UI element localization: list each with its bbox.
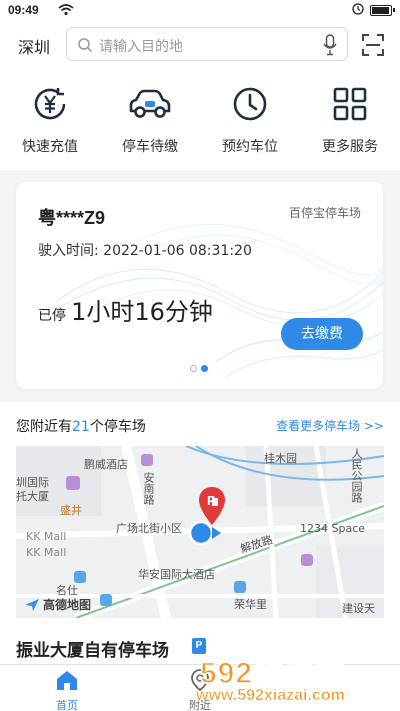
parked-prefix: 已停: [38, 308, 66, 324]
current-location-icon: [188, 520, 222, 550]
tab-home[interactable]: 首页: [22, 669, 112, 711]
amap-logo-text: 高德地图: [43, 598, 92, 612]
map-label: 人民公园路: [350, 448, 363, 503]
map-label: 托大厦: [16, 490, 49, 503]
nearby-prefix: 您附近有: [16, 419, 72, 435]
amap-logo: 高德地图: [24, 596, 91, 613]
search-input[interactable]: 请输入目的地: [66, 27, 348, 61]
nearby-count: 21: [72, 419, 90, 435]
pay-button[interactable]: 去缴费: [281, 318, 363, 350]
featured-lot-name: 振业大厦自有停车场: [16, 641, 169, 661]
map-label: 鹏威酒店: [84, 458, 128, 471]
map-label: 盛井: [60, 504, 82, 517]
nearby-suffix: 个停车场: [89, 419, 146, 435]
map-label: 桂木园: [264, 452, 297, 465]
watermark-url: www.592xiazai.com: [196, 687, 345, 705]
status-time: 09:49: [8, 3, 39, 17]
tab-label: 首页: [56, 699, 78, 711]
parking-card[interactable]: 粤****Z9 百停宝停车场 驶入时间: 2022-01-06 08:31:20…: [16, 182, 383, 389]
carousel-dot-active[interactable]: [201, 365, 208, 372]
status-right: [352, 3, 395, 18]
map-label: 安南路: [142, 472, 155, 505]
map-label: 荣华里: [234, 598, 267, 611]
scan-icon[interactable]: [362, 34, 384, 60]
map-label: KK Mall: [26, 530, 67, 543]
wifi-icon: [58, 4, 74, 19]
nearby-parking-section: 您附近有21个停车场 查看更多停车场 >> 鹏威酒店 安南路 桂木园 人民公园路…: [0, 402, 400, 622]
parking-card-section: 粤****Z9 百停宝停车场 驶入时间: 2022-01-06 08:31:20…: [0, 170, 400, 400]
carousel-indicator[interactable]: [190, 365, 208, 372]
grid-icon: [310, 84, 390, 124]
quick-action-label: 停车待缴: [122, 139, 178, 155]
parked-duration-value: 1小时16分钟: [71, 298, 213, 326]
quick-action-recharge[interactable]: 快速充值: [10, 84, 90, 156]
amap-logo-icon: [25, 598, 39, 611]
entry-time-row: 驶入时间: 2022-01-06 08:31:20: [38, 240, 252, 260]
quick-action-label: 更多服务: [322, 139, 378, 155]
microphone-icon[interactable]: [323, 34, 337, 60]
more-parking-link[interactable]: 查看更多停车场 >>: [276, 417, 384, 434]
quick-action-label: 快速充值: [22, 139, 78, 155]
map-label: 1234 Space: [300, 522, 366, 535]
quick-action-pending-parking[interactable]: 停车待缴: [110, 84, 190, 156]
entry-time-label: 驶入时间:: [38, 243, 99, 259]
search-icon: [77, 37, 93, 57]
map-label: KK Mall: [26, 546, 67, 559]
map-label: 广场北街小区: [116, 522, 182, 535]
quick-action-more[interactable]: 更多服务: [310, 84, 390, 156]
battery-icon: [370, 5, 395, 16]
map-label: 建设天: [342, 602, 375, 615]
quick-action-label: 预约车位: [222, 139, 278, 155]
watermark: 592软件园 www.592xiazai.com: [188, 648, 400, 711]
license-plate: 粤****Z9: [38, 208, 106, 228]
search-header: 深圳 请输入目的地: [0, 22, 400, 68]
home-icon: [57, 671, 77, 690]
car-icon: [110, 84, 190, 124]
map-label: 华安国际大酒店: [138, 568, 215, 581]
quick-action-reserve[interactable]: 预约车位: [210, 84, 290, 156]
entry-time-value: 2022-01-06 08:31:20: [103, 243, 252, 259]
status-bar: 09:49: [0, 0, 400, 22]
search-placeholder: 请输入目的地: [99, 39, 183, 55]
yen-recharge-icon: [10, 84, 90, 124]
watermark-brand: 592软件园: [199, 656, 347, 691]
clock-icon: [210, 84, 290, 124]
parked-duration: 已停 1小时16分钟: [38, 292, 213, 327]
city-selector[interactable]: 深圳: [18, 34, 50, 58]
carousel-dot[interactable]: [190, 365, 197, 372]
parking-lot-name: 百停宝停车场: [288, 206, 361, 220]
map-view[interactable]: 鹏威酒店 安南路 桂木园 人民公园路 圳国际 托大厦 盛井 KK Mall KK…: [16, 446, 384, 618]
nearby-heading: 您附近有21个停车场: [16, 416, 146, 436]
alarm-icon: [352, 3, 364, 18]
quick-actions: 快速充值 停车待缴 预约车位 更多服务: [0, 68, 400, 170]
